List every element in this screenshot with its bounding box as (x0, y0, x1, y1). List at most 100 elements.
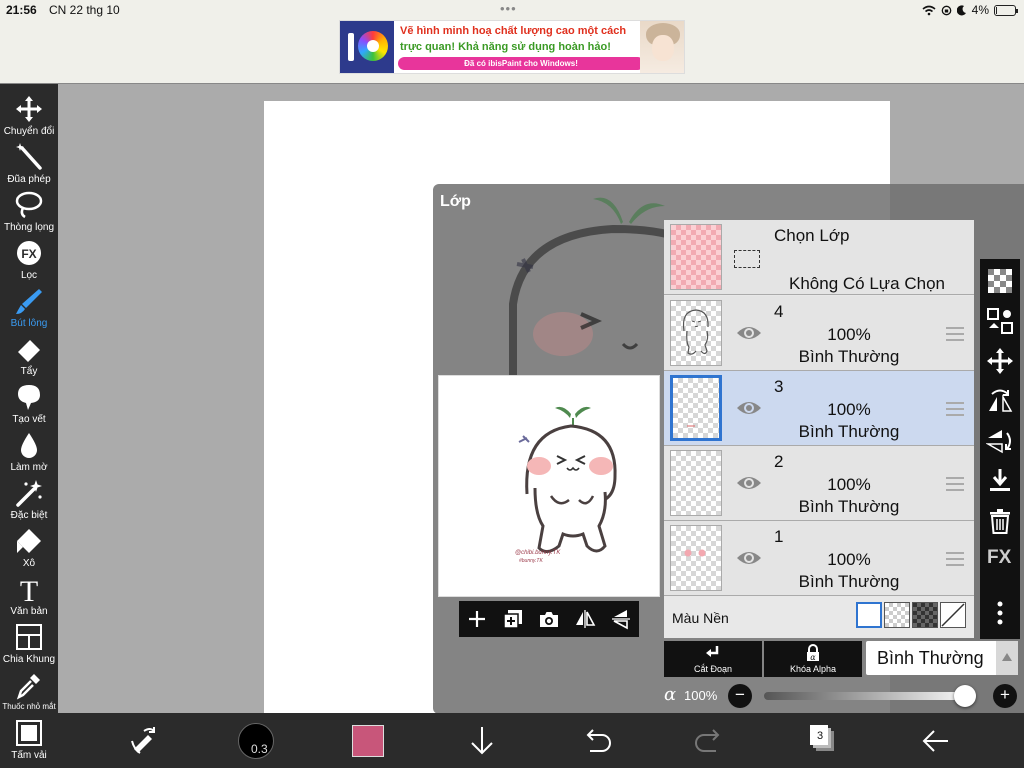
background-white-swatch[interactable] (856, 602, 882, 628)
move-layer-icon[interactable] (986, 347, 1014, 375)
tool-bar: Chuyển đổi Đũa phép Thòng lọng FX Lọc Bú… (0, 84, 58, 768)
tool-special[interactable]: Đặc biệt (0, 476, 58, 524)
background-none-swatch[interactable] (940, 602, 966, 628)
redo-icon[interactable] (692, 723, 728, 759)
tool-eyedropper[interactable]: Thuốc nhỏ mắt (0, 668, 58, 716)
brush-icon (16, 289, 42, 314)
tool-canvas[interactable]: Tấm vải (0, 716, 58, 764)
ad-banner[interactable]: Vẽ hình minh hoạ chất lượng cao một cách… (339, 20, 685, 74)
drag-handle-icon[interactable] (946, 552, 964, 566)
selection-layer-status: Không Có Lựa Chọn (789, 274, 945, 293)
multitask-dots-icon[interactable]: ••• (500, 1, 517, 16)
drag-handle-icon[interactable] (946, 477, 964, 491)
tool-label: Bút lông (10, 318, 48, 329)
tool-filter[interactable]: FX Lọc (0, 236, 58, 284)
tool-transform[interactable]: Chuyển đổi (0, 92, 58, 140)
tool-brush[interactable]: Bút lông (0, 284, 58, 332)
tool-magic-wand[interactable]: Đũa phép (0, 140, 58, 188)
clipping-button[interactable]: Cắt Đoạn (664, 641, 762, 677)
brush-size-button[interactable]: 0.3 (238, 723, 274, 759)
tool-label: Thòng lọng (3, 222, 55, 233)
background-transparent-swatch[interactable] (884, 602, 910, 628)
brush-eraser-swap-icon[interactable] (126, 723, 162, 759)
tool-smudge[interactable]: Tạo vết (0, 380, 58, 428)
layer-row-2[interactable]: 2 100% Bình Thường (664, 446, 974, 521)
frame-icon (16, 624, 42, 650)
merge-down-icon[interactable] (986, 467, 1014, 495)
flip-horizontal-button[interactable] (571, 605, 599, 633)
more-options-icon[interactable] (986, 599, 1014, 627)
tool-label: Đặc biệt (10, 510, 48, 521)
flip-rotate-icon[interactable] (986, 387, 1014, 415)
layer-row-1[interactable]: 1 100% Bình Thường (664, 521, 974, 596)
moon-icon (956, 4, 966, 15)
layer-opacity: 100% (827, 325, 871, 344)
selection-layer-row[interactable]: Chọn Lớp Không Có Lựa Chọn (664, 220, 974, 295)
tool-label: Làm mờ (10, 462, 48, 473)
tool-label: Lọc (20, 270, 38, 281)
visibility-eye-icon[interactable] (736, 323, 762, 343)
duplicate-layer-button[interactable] (499, 605, 527, 633)
layer-opacity: 100% (827, 475, 871, 494)
arrow-down-icon[interactable] (464, 723, 500, 759)
layer-number: 1 (774, 527, 784, 546)
layer-number: 4 (774, 302, 784, 321)
app-area: Chuyển đổi Đũa phép Thòng lọng FX Lọc Bú… (0, 83, 1024, 768)
layer-row-3[interactable]: 3 100% Bình Thường (664, 371, 974, 446)
layer-opacity: 100% (827, 550, 871, 569)
opacity-decrease-button[interactable]: − (728, 684, 752, 708)
add-layer-button[interactable] (463, 605, 491, 633)
alpha-lock-button[interactable]: α Khóa Alpha (764, 641, 862, 677)
wifi-icon (922, 5, 936, 15)
orientation-lock-icon (941, 5, 952, 15)
opacity-slider-knob[interactable] (954, 685, 976, 707)
preview-artwork: @chibi.bunny.TK #bunny.TK (515, 406, 617, 564)
selection-marquee-icon (734, 250, 760, 268)
svg-text:FX: FX (21, 247, 36, 261)
back-arrow-icon[interactable] (918, 723, 954, 759)
tool-frame-divider[interactable]: Chia Khung (0, 620, 58, 668)
status-date: CN 22 thg 10 (49, 3, 120, 17)
clipping-icon (706, 646, 719, 657)
flip-vertical-icon (612, 610, 630, 630)
opacity-slider[interactable] (764, 685, 976, 707)
checkerboard-icon[interactable] (986, 267, 1014, 295)
tool-lasso[interactable]: Thòng lọng (0, 188, 58, 236)
flip-horizontal-icon (576, 610, 596, 628)
visibility-eye-icon[interactable] (736, 548, 762, 568)
battery-percent: 4% (971, 3, 989, 17)
opacity-value: 100% (684, 688, 718, 703)
layer-select-transform-icon[interactable] (986, 307, 1014, 335)
plus-icon (469, 611, 485, 627)
flip-vertical-rotate-icon[interactable] (986, 427, 1014, 455)
blend-mode-select[interactable]: Bình Thường (866, 641, 1018, 675)
import-photo-button[interactable] (535, 605, 563, 633)
minus-icon: − (735, 685, 745, 704)
tool-text[interactable]: T Văn bản (0, 572, 58, 620)
tool-label: Tấm vải (11, 750, 47, 761)
drag-handle-icon[interactable] (946, 327, 964, 341)
bottom-toolbar: 0.3 3 (58, 713, 1024, 768)
layers-button[interactable]: 3 (810, 725, 836, 753)
drag-handle-icon[interactable] (946, 402, 964, 416)
visibility-eye-icon[interactable] (736, 473, 762, 493)
flip-vertical-button[interactable] (607, 605, 635, 633)
layer-blend-mode: Bình Thường (798, 422, 900, 441)
layer-4-thumbnail-art (682, 309, 709, 355)
lock-icon: α (807, 644, 819, 662)
layer-fx-button[interactable]: FX (987, 547, 1017, 575)
undo-icon[interactable] (578, 723, 614, 759)
battery-icon (994, 4, 1018, 16)
layer-row-4[interactable]: 4 100% Bình Thường (664, 296, 974, 371)
svg-text:#bunny.TK: #bunny.TK (519, 558, 543, 564)
tool-bucket[interactable]: Xô (0, 524, 58, 572)
background-dark-checker-swatch[interactable] (912, 602, 938, 628)
tool-label: Xô (22, 558, 36, 569)
tool-eraser[interactable]: Tẩy (0, 332, 58, 380)
layer-options-row: Cắt Đoạn α Khóa Alpha (664, 641, 864, 677)
trash-icon[interactable] (986, 507, 1014, 535)
visibility-eye-icon[interactable] (736, 398, 762, 418)
current-color-swatch[interactable] (352, 725, 384, 757)
opacity-increase-button[interactable]: + (993, 684, 1017, 708)
tool-blur[interactable]: Làm mờ (0, 428, 58, 476)
